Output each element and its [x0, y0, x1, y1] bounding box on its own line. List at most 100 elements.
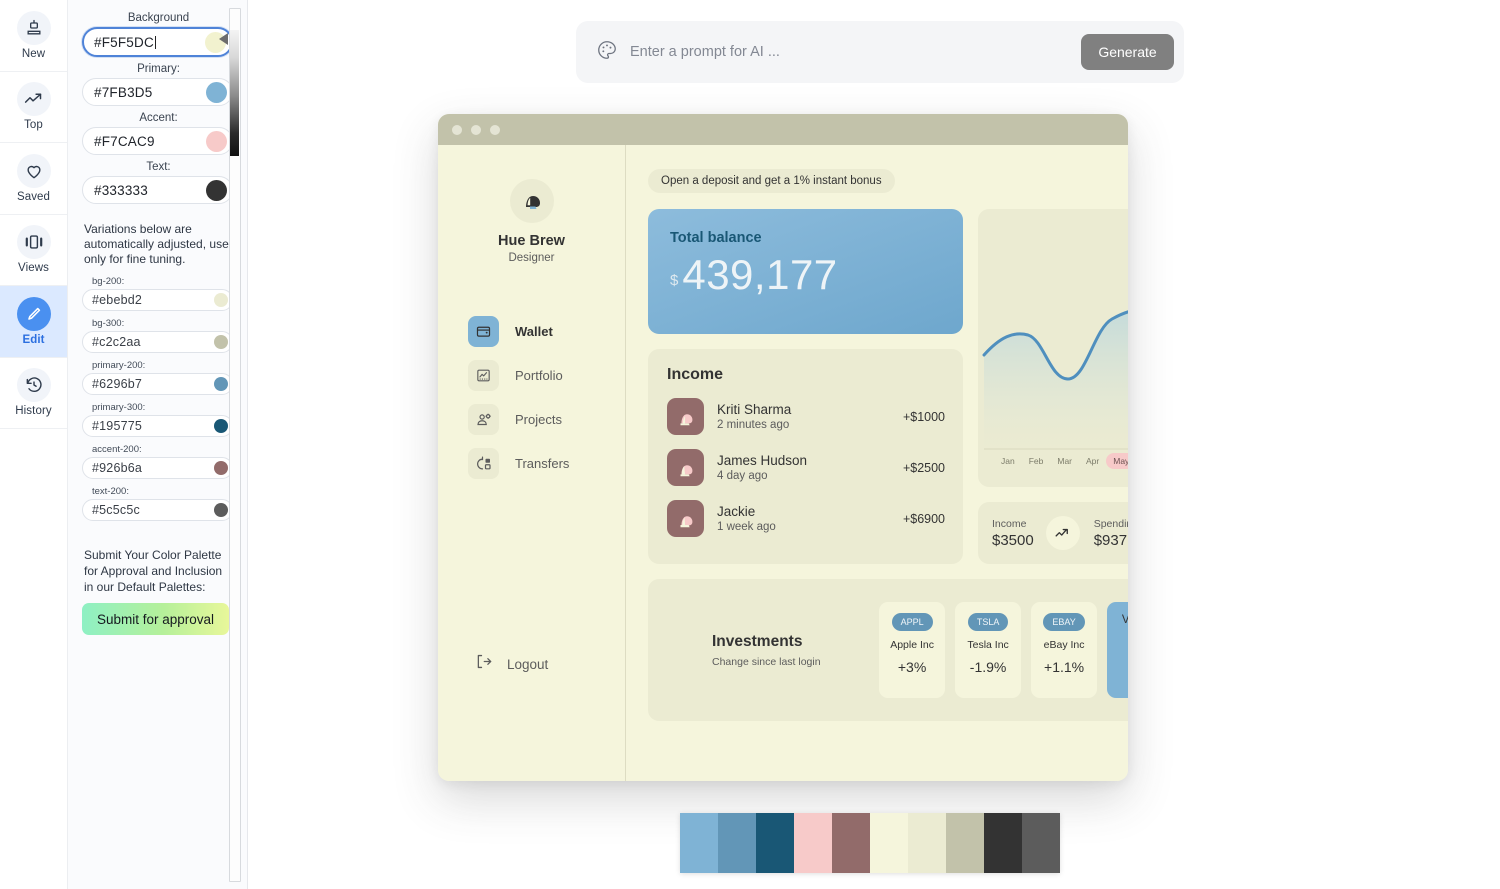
panel-scrollbar[interactable]	[219, 8, 241, 882]
nav-item-portfolio[interactable]: Portfolio	[468, 360, 625, 391]
palette-swatch-text-200[interactable]	[1022, 813, 1060, 873]
palette-swatch-accent[interactable]	[794, 813, 832, 873]
rail-label-views: Views	[18, 262, 49, 275]
dashboard-main: Open a deposit and get a 1% instant bonu…	[626, 145, 1128, 781]
accent-color-dot[interactable]	[206, 130, 227, 152]
transaction-amount: +$6900	[902, 511, 945, 526]
transaction-info: Kriti Sharma 2 minutes ago	[717, 402, 903, 431]
bg-300-dot[interactable]	[214, 335, 228, 349]
transaction-name: Kriti Sharma	[717, 402, 792, 417]
prompt-input[interactable]	[630, 44, 1069, 60]
text-200-input[interactable]: #5c5c5c	[82, 499, 233, 521]
ticker-name-tsla: Tesla Inc	[967, 639, 1009, 651]
bg-200-input[interactable]: #ebebd2	[82, 289, 233, 311]
variations-note: Variations below are automatically adjus…	[84, 222, 229, 266]
primary-300-dot[interactable]	[214, 419, 228, 433]
bg-300-input[interactable]: #c2c2aa	[82, 331, 233, 353]
text-200-dot[interactable]	[214, 503, 228, 517]
view-all-button[interactable]: View all	[1107, 602, 1128, 698]
chart-tick-jan[interactable]: Jan	[994, 453, 1022, 469]
ai-prompt-bar: Generate	[576, 21, 1184, 83]
nav-item-wallet[interactable]: Wallet	[468, 316, 625, 347]
background-color-input[interactable]: #F5F5DC	[82, 27, 233, 57]
nav-label-portfolio: Portfolio	[515, 368, 563, 383]
transaction-row[interactable]: Kriti Sharma 2 minutes ago +$1000	[667, 398, 945, 435]
chart-tick-feb[interactable]: Feb	[1022, 453, 1051, 469]
investments-card: Investments Change since last login APPL…	[648, 579, 1128, 721]
rail-item-saved[interactable]: Saved	[0, 143, 67, 215]
primary-color-dot[interactable]	[206, 81, 227, 103]
ticker-symbol-tsla: TSLA	[967, 613, 1009, 631]
chart-tick-may[interactable]: May	[1106, 453, 1128, 469]
view-all-label: View all	[1121, 614, 1128, 626]
dashboard-body: Hue Brew Designer Wallet Portfolio Proje…	[438, 145, 1128, 781]
deposit-banner[interactable]: Open a deposit and get a 1% instant bonu…	[648, 169, 895, 193]
palette-swatch-primary-300[interactable]	[756, 813, 794, 873]
transaction-info: Jackie 1 week ago	[717, 504, 903, 533]
chart-tick-apr[interactable]: Apr	[1079, 453, 1106, 469]
balance-trend-chart: Jan Feb Mar Apr May Jun Jul	[978, 209, 1128, 487]
rail-item-new[interactable]: New	[0, 0, 67, 72]
investments-subtitle: Change since last login	[712, 655, 821, 668]
rail-item-history[interactable]: History	[0, 358, 67, 429]
ticker-card-ebay[interactable]: EBAY eBay Inc +1.1%	[1031, 602, 1098, 698]
profile-name: Hue Brew	[498, 233, 565, 249]
user-avatar	[509, 179, 554, 223]
transaction-time: 2 minutes ago	[717, 419, 790, 431]
transaction-row[interactable]: Jackie 1 week ago +$6900	[667, 500, 945, 537]
window-dot-1[interactable]	[452, 124, 462, 135]
sub-label-bg-200: bg-200:	[92, 276, 125, 287]
window-dot-2[interactable]	[471, 124, 481, 135]
accent-color-input[interactable]: #F7CAC9	[82, 127, 233, 155]
ticker-card-appl[interactable]: APPL Apple Inc +3%	[879, 602, 946, 698]
field-label-text: Text:	[146, 161, 171, 173]
accent-200-dot[interactable]	[214, 461, 228, 475]
palette-swatch-background[interactable]	[870, 813, 908, 873]
field-label-accent: Accent:	[139, 112, 178, 124]
generate-button[interactable]: Generate	[1081, 34, 1174, 70]
chart-svg	[982, 310, 1128, 450]
palette-swatch-primary[interactable]	[680, 813, 718, 873]
nav-item-transfers[interactable]: Transfers	[468, 448, 625, 479]
palette-swatch-bg-300[interactable]	[946, 813, 984, 873]
color-panel: Background #F5F5DC Primary: #7FB3D5 Acce…	[68, 0, 248, 889]
rail-label-new: New	[21, 47, 46, 60]
income-title: Income	[667, 366, 724, 383]
transfer-icon	[468, 448, 499, 479]
bg-300-value: #c2c2aa	[92, 335, 141, 349]
chart-x-axis: Jan Feb Mar Apr May Jun Jul	[978, 453, 1128, 469]
sub-label-bg-300: bg-300:	[92, 318, 125, 329]
palette-swatch-bg-200[interactable]	[908, 813, 946, 873]
palette-icon	[596, 39, 618, 66]
ticker-card-tsla[interactable]: TSLA Tesla Inc -1.9%	[955, 602, 1022, 698]
primary-200-input[interactable]: #6296b7	[82, 373, 233, 395]
nav-item-projects[interactable]: Projects	[468, 404, 625, 435]
bg-200-dot[interactable]	[214, 293, 228, 307]
submit-for-approval-button[interactable]: Submit for approval	[82, 603, 229, 635]
nav-label-projects: Projects	[515, 412, 562, 427]
palette-swatch-accent-200[interactable]	[832, 813, 870, 873]
user-gear-icon	[468, 404, 499, 435]
chart-tick-mar[interactable]: Mar	[1050, 453, 1079, 469]
text-color-input[interactable]: #333333	[82, 176, 233, 204]
scrollbar-thumb[interactable]	[230, 30, 239, 156]
primary-color-input[interactable]: #7FB3D5	[82, 78, 233, 106]
primary-200-dot[interactable]	[214, 377, 228, 391]
rail-item-top[interactable]: Top	[0, 72, 67, 143]
rail-item-views[interactable]: Views	[0, 215, 67, 286]
profile-role: Designer	[508, 252, 555, 264]
nav-label-wallet: Wallet	[515, 324, 553, 339]
palette-swatch-text[interactable]	[984, 813, 1022, 873]
rail-item-edit[interactable]: Edit	[0, 286, 67, 358]
primary-300-input[interactable]: #195775	[82, 415, 233, 437]
text-color-dot[interactable]	[206, 179, 227, 201]
accent-200-input[interactable]: #926b6a	[82, 457, 233, 479]
logout-button[interactable]: Logout	[438, 652, 625, 676]
window-dot-3[interactable]	[490, 124, 500, 135]
balance-title: Total balance	[670, 230, 762, 246]
pencil-icon	[16, 296, 51, 331]
transaction-row[interactable]: James Hudson 4 day ago +$2500	[667, 449, 945, 486]
palette-swatch-primary-200[interactable]	[718, 813, 756, 873]
canvas-area: Generate	[248, 0, 1500, 889]
dashboard-nav: Wallet Portfolio Projects Transfers	[438, 316, 625, 479]
